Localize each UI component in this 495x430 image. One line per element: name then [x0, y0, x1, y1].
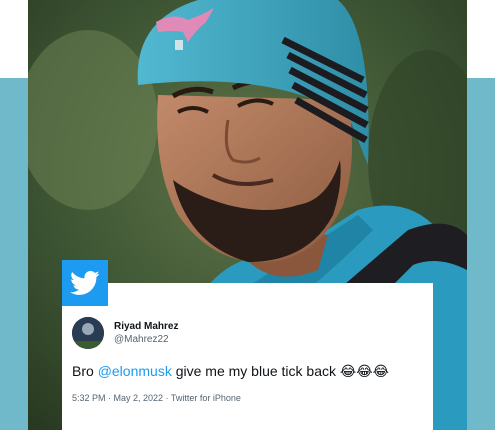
avatar[interactable] [72, 317, 104, 349]
emoji-laugh: 😂😂😂 [339, 363, 389, 379]
tweet-text-prefix: Bro [72, 363, 98, 379]
tweet-timestamp[interactable]: 5:32 PM · May 2, 2022 · Twitter for iPho… [72, 393, 423, 403]
mention-link[interactable]: @elonmusk [98, 363, 172, 379]
tweet-text-suffix: give me my blue tick back [171, 363, 340, 379]
twitter-bird-icon [70, 271, 100, 295]
tweet-card[interactable]: Riyad Mahrez @Mahrez22 Bro @elonmusk giv… [62, 283, 433, 430]
tweet-header: Riyad Mahrez @Mahrez22 [72, 317, 423, 349]
user-handle[interactable]: @Mahrez22 [114, 333, 178, 346]
avatar-image [72, 317, 104, 349]
display-name[interactable]: Riyad Mahrez [114, 320, 178, 333]
tweet-text: Bro @elonmusk give me my blue tick back … [72, 362, 423, 380]
left-teal-frame [0, 78, 28, 430]
twitter-badge [62, 260, 108, 306]
tweet-author: Riyad Mahrez @Mahrez22 [114, 320, 178, 346]
right-teal-frame [467, 78, 495, 430]
